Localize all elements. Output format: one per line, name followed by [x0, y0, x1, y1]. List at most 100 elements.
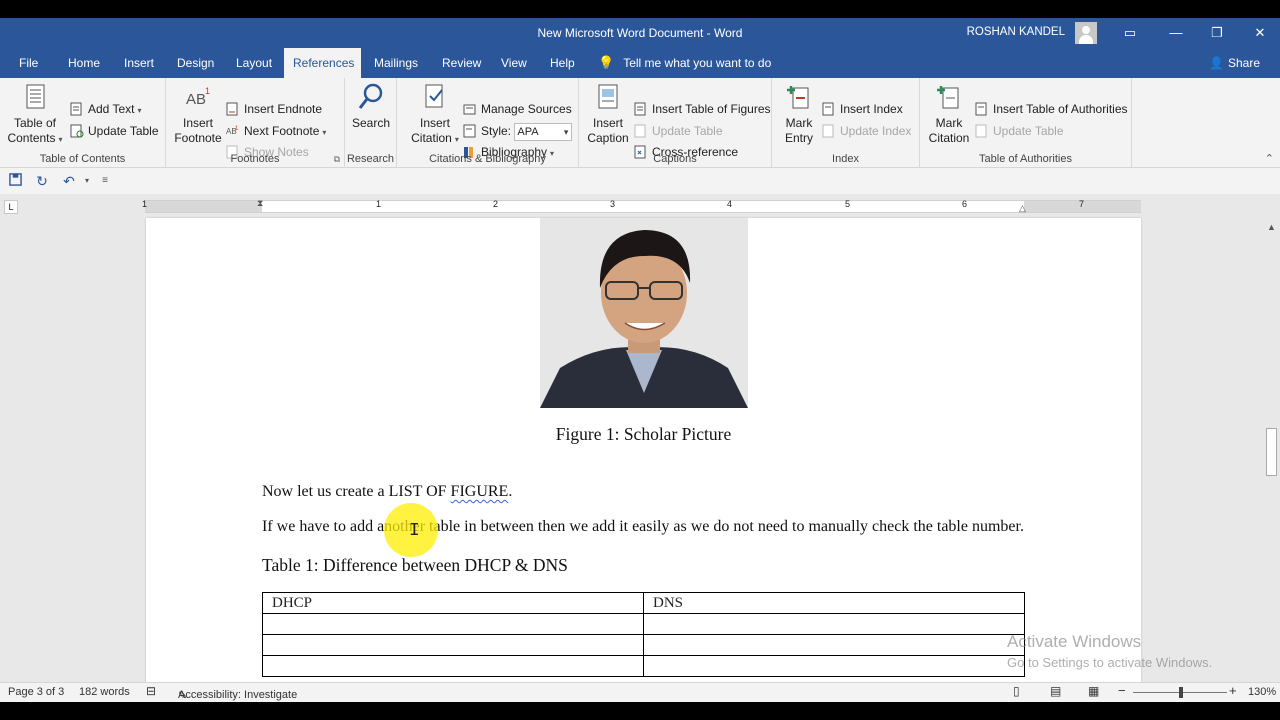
scroll-up-icon[interactable]: ▲ — [1264, 220, 1279, 235]
table-row — [262, 613, 1025, 635]
group-label-citations: Citations & Bibliography — [429, 153, 546, 165]
table-cell[interactable] — [643, 634, 1025, 656]
insert-footnote-label: Insert Footnote — [174, 116, 222, 145]
table-row — [262, 655, 1025, 677]
update-table-icon — [70, 124, 84, 138]
activate-windows-watermark: Activate Windows Go to Settings to activ… — [1007, 632, 1212, 670]
spelling-squiggle-text[interactable]: FIGURE — [451, 483, 509, 500]
ruler-number: 2 — [493, 199, 499, 209]
vertical-scrollbar[interactable]: ▲ ▼ — [1263, 218, 1280, 702]
read-mode-icon[interactable]: ▯ — [1013, 684, 1020, 698]
table-cell[interactable] — [262, 634, 644, 656]
paragraph-add-table[interactable]: If we have to add another table in betwe… — [262, 515, 1024, 538]
tell-me-search[interactable]: 💡 Tell me what you want to do — [598, 48, 771, 78]
zoom-level[interactable]: 130% — [1248, 686, 1276, 698]
ribbon-display-options-icon[interactable]: ▭ — [1107, 18, 1153, 48]
web-layout-icon[interactable]: ▦ — [1088, 684, 1099, 698]
insert-caption-icon — [598, 84, 618, 109]
horizontal-ruler[interactable]: 1 1 2 3 4 5 6 7 ⧗ △ — [142, 198, 1141, 214]
insert-endnote-label: Insert Endnote — [244, 102, 323, 116]
insert-footnote-button[interactable]: AB 1 Insert Footnote — [174, 82, 222, 146]
maximize-button[interactable]: ❐ — [1194, 18, 1240, 48]
next-footnote-button[interactable]: AB 1 Next Footnote ▾ — [226, 122, 326, 140]
tab-view[interactable]: View — [492, 48, 536, 78]
insert-table-of-figures-button[interactable]: Insert Table of Figures — [634, 100, 771, 118]
document-page[interactable]: Figure 1: Scholar Picture Now let us cre… — [146, 218, 1141, 702]
undo-icon[interactable]: ↶ — [60, 172, 78, 190]
zoom-in-button[interactable]: + — [1229, 683, 1237, 698]
user-name[interactable]: ROSHAN KANDEL — [967, 26, 1065, 38]
status-bar: Page 3 of 3 182 words ⊟ ✎ Accessibility:… — [0, 682, 1280, 702]
avatar[interactable] — [1075, 22, 1097, 44]
table-of-contents-button[interactable]: Table of Contents ▾ — [6, 82, 64, 147]
table-caption[interactable]: Table 1: Difference between DHCP & DNS — [262, 555, 568, 576]
paragraph-list-of-figure[interactable]: Now let us create a LIST OF FIGURE. — [262, 480, 1024, 503]
search-button[interactable]: Search — [349, 82, 393, 131]
update-table-figures-label: Update Table — [652, 124, 723, 138]
figure-caption[interactable]: Figure 1: Scholar Picture — [146, 424, 1141, 445]
style-selector[interactable]: Style: APA — [463, 122, 573, 141]
style-label: Style: — [481, 124, 512, 138]
insert-table-of-authorities-button[interactable]: Insert Table of Authorities — [975, 100, 1128, 118]
table-row — [262, 634, 1025, 656]
search-label: Search — [351, 116, 391, 130]
ruler-number: 7 — [1079, 199, 1085, 209]
table-cell[interactable] — [643, 613, 1025, 635]
insert-table-of-authorities-label: Insert Table of Authorities — [993, 102, 1128, 116]
tab-layout[interactable]: Layout — [227, 48, 281, 78]
tab-references[interactable]: References — [284, 48, 361, 78]
customize-toolbar-icon[interactable]: ≡ — [96, 172, 114, 190]
ruler-number: 5 — [845, 199, 851, 209]
tab-design[interactable]: Design — [168, 48, 223, 78]
scroll-thumb[interactable] — [1266, 428, 1277, 476]
group-label-toa: Table of Authorities — [979, 153, 1072, 165]
table-cell[interactable] — [262, 613, 644, 635]
comparison-table[interactable]: DHCP DNS — [262, 592, 1025, 677]
autosave-refresh-icon[interactable]: ↻ — [33, 172, 51, 190]
insert-index-label: Insert Index — [840, 102, 903, 116]
update-table-toc-button[interactable]: Update Table — [70, 122, 159, 140]
insert-index-button[interactable]: Insert Index — [822, 100, 903, 118]
right-indent-marker-icon[interactable]: △ — [1019, 203, 1026, 214]
tab-home[interactable]: Home — [59, 48, 109, 78]
insert-endnote-button[interactable]: Insert Endnote — [226, 100, 322, 118]
table-header-cell[interactable]: DHCP — [262, 592, 644, 614]
update-table-figures-button[interactable]: Update Table — [634, 122, 723, 140]
manage-sources-button[interactable]: Manage Sources — [463, 100, 572, 118]
print-layout-icon[interactable]: ▤ — [1050, 684, 1061, 698]
word-count[interactable]: 182 words — [79, 686, 130, 698]
tab-review[interactable]: Review — [433, 48, 490, 78]
update-index-button[interactable]: Update Index — [822, 122, 911, 140]
tab-help[interactable]: Help — [541, 48, 584, 78]
table-cell[interactable] — [262, 655, 644, 677]
style-dropdown[interactable]: APA — [514, 123, 573, 141]
tab-selector[interactable]: L — [4, 200, 18, 214]
insert-caption-button[interactable]: Insert Caption — [585, 82, 631, 146]
insert-citation-button[interactable]: Insert Citation ▾ — [405, 82, 465, 147]
table-cell[interactable] — [643, 655, 1025, 677]
tab-file[interactable]: File — [10, 48, 47, 78]
zoom-out-button[interactable]: − — [1118, 683, 1126, 698]
left-indent-marker-icon[interactable]: ⧗ — [257, 198, 263, 209]
mark-citation-button[interactable]: Mark Citation — [924, 82, 974, 146]
group-footnotes: AB 1 Insert Footnote Insert Endnote AB 1 N… — [166, 78, 345, 168]
update-table-authorities-button[interactable]: Update Table — [975, 122, 1064, 140]
tab-insert[interactable]: Insert — [115, 48, 163, 78]
collapse-ribbon-icon[interactable]: ⌃ — [1265, 152, 1274, 165]
share-button[interactable]: 👤 Share — [1209, 48, 1260, 78]
page-count[interactable]: Page 3 of 3 — [8, 686, 64, 698]
add-text-button[interactable]: Add Text ▾ — [70, 100, 142, 118]
tab-mailings[interactable]: Mailings — [365, 48, 427, 78]
group-label-index: Index — [832, 153, 859, 165]
zoom-slider-thumb[interactable] — [1179, 687, 1183, 698]
close-button[interactable]: ✕ — [1237, 18, 1280, 48]
minimize-button[interactable]: — — [1153, 18, 1199, 48]
undo-dropdown-icon[interactable]: ▾ — [78, 172, 96, 190]
table-header-cell[interactable]: DNS — [643, 592, 1025, 614]
footnotes-dialog-launcher-icon[interactable]: ⧉ — [334, 154, 340, 165]
proofing-icon[interactable]: ⊟ — [146, 684, 156, 698]
save-icon[interactable] — [6, 172, 24, 190]
ribbon-tabs: File Home Insert Design Layout Reference… — [0, 48, 1280, 78]
mark-entry-button[interactable]: Mark Entry — [778, 82, 820, 146]
scholar-photo[interactable] — [540, 218, 748, 408]
